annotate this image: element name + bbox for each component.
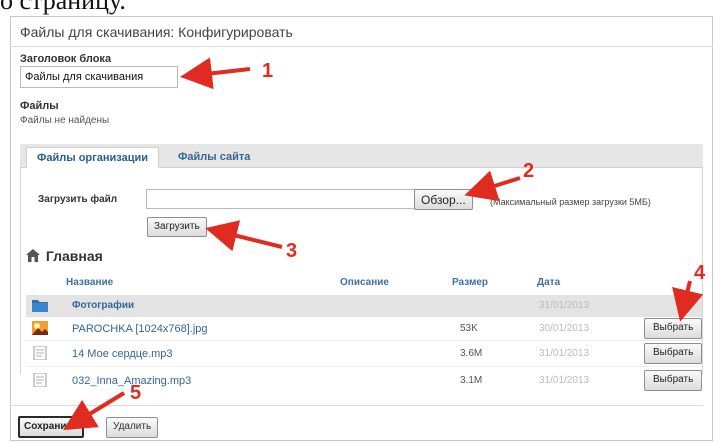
dialog-title: Файлы для скачивания: Конфигурировать bbox=[20, 24, 293, 40]
row-name[interactable]: Фотографии bbox=[72, 300, 134, 311]
annotation-number-1: 1 bbox=[262, 60, 274, 82]
title-divider bbox=[10, 46, 713, 47]
column-header-size[interactable]: Размер bbox=[452, 277, 488, 288]
file-icon bbox=[33, 346, 47, 360]
footer-divider bbox=[10, 405, 703, 406]
select-button[interactable]: Выбрать bbox=[644, 318, 703, 339]
max-size-note: (Максимальный размер загрузки 5МБ) bbox=[490, 197, 651, 207]
annotation-number-2: 2 bbox=[523, 160, 535, 182]
tab-bar: Файлы организации Файлы сайта bbox=[20, 144, 703, 168]
table-row: 032_Inna_Amazing.mp3 3.1M 31/01/2013 Выб… bbox=[26, 370, 703, 392]
block-title-label: Заголовок блока bbox=[20, 53, 112, 65]
annotation-number-4: 4 bbox=[694, 262, 706, 284]
row-size: 3.6M bbox=[460, 348, 483, 359]
row-date: 31/01/2013 bbox=[539, 375, 590, 386]
upload-button[interactable]: Загрузить bbox=[147, 217, 207, 237]
folder-heading: Главная bbox=[26, 248, 103, 264]
save-button[interactable]: Сохранить bbox=[18, 416, 84, 438]
row-size: 53K bbox=[460, 323, 478, 334]
row-name[interactable]: PAROCHKA [1024x768].jpg bbox=[72, 323, 208, 335]
row-name[interactable]: 14 Мое сердце.mp3 bbox=[72, 348, 173, 360]
table-row: 14 Мое сердце.mp3 3.6M 31/01/2013 Выбрат… bbox=[26, 343, 703, 365]
select-button[interactable]: Выбрать bbox=[644, 370, 703, 391]
folder-heading-label: Главная bbox=[45, 248, 103, 264]
annotation-number-3: 3 bbox=[286, 240, 298, 262]
upload-file-input[interactable] bbox=[146, 189, 416, 209]
cropped-heading-text: о страницу. bbox=[0, 0, 126, 15]
row-date: 31/01/2013 bbox=[539, 300, 590, 311]
column-header-description[interactable]: Описание bbox=[340, 277, 389, 288]
column-header-date[interactable]: Дата bbox=[537, 277, 560, 288]
annotation-number-5: 5 bbox=[130, 382, 142, 404]
tab-organization-files[interactable]: Файлы организации bbox=[26, 147, 159, 168]
table-row-folder[interactable]: Фотографии 31/01/2013 bbox=[26, 295, 702, 317]
row-date: 30/01/2013 bbox=[539, 323, 590, 334]
row-date: 31/01/2013 bbox=[539, 348, 590, 359]
upload-file-label: Загрузить файл bbox=[38, 194, 118, 205]
table-row: PAROCHKA [1024x768].jpg 53K 30/01/2013 В… bbox=[26, 318, 703, 340]
row-divider bbox=[26, 340, 702, 341]
files-label: Файлы bbox=[20, 100, 59, 112]
image-icon bbox=[32, 321, 48, 335]
block-title-input[interactable] bbox=[20, 66, 178, 88]
row-divider bbox=[26, 366, 702, 367]
column-header-name[interactable]: Название bbox=[66, 277, 113, 288]
select-button[interactable]: Выбрать bbox=[644, 343, 703, 364]
file-icon bbox=[33, 373, 47, 387]
row-size: 3.1M bbox=[460, 375, 483, 386]
home-icon bbox=[26, 249, 40, 262]
files-empty-message: Файлы не найдены bbox=[20, 115, 110, 126]
tab-site-files[interactable]: Файлы сайта bbox=[168, 147, 260, 168]
delete-button[interactable]: Удалить bbox=[106, 417, 159, 438]
folder-icon bbox=[32, 300, 48, 312]
browse-button[interactable]: Обзор... bbox=[414, 189, 473, 210]
